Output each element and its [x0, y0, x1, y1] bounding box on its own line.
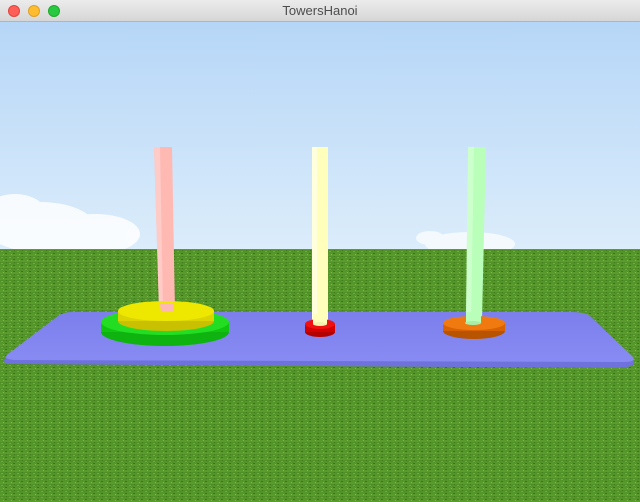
scene-canvas[interactable] — [0, 22, 640, 502]
peg-middle[interactable] — [312, 147, 328, 325]
window-title: TowersHanoi — [282, 3, 358, 18]
game-viewport[interactable] — [0, 22, 640, 502]
title-bar: TowersHanoi — [0, 0, 640, 22]
app-window: TowersHanoi — [0, 0, 640, 502]
